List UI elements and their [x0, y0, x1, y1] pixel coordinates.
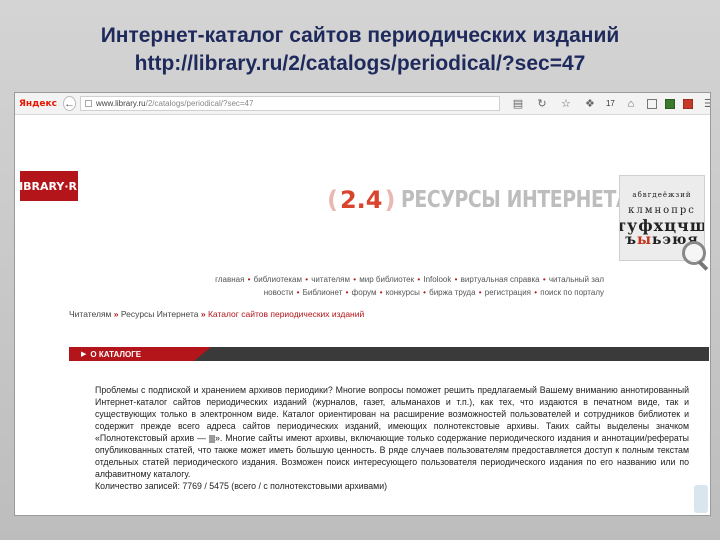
nav-row-1: главная • библиотекам • читателям • мир … — [215, 275, 604, 284]
section-number: 2.4 — [339, 186, 383, 214]
breadcrumb-internet-resources[interactable]: Ресурсы Интернета — [121, 309, 199, 319]
banner-paren-open: ( — [327, 186, 338, 214]
scroll-handle[interactable] — [694, 485, 708, 513]
nav-row-2: новости • Библионет • форум • конкурсы •… — [263, 288, 604, 297]
back-arrow-icon[interactable]: ← — [62, 96, 76, 111]
catalog-description: Проблемы с подпиской и хранением архивов… — [95, 384, 689, 492]
browser-toolbar: Яндекс ← www.library.ru/2/catalogs/perio… — [15, 93, 710, 115]
yandex-logo[interactable]: Яндекс — [19, 99, 57, 109]
library-logo[interactable]: LIBRARY·RU — [15, 171, 86, 201]
banner-paren-close: ) — [384, 186, 396, 214]
breadcrumb: Читателям » Ресурсы Интернета » Каталог … — [69, 309, 364, 319]
star-icon[interactable]: ☆ — [558, 96, 574, 112]
notification-count[interactable]: 17 — [606, 99, 615, 108]
font-box-row4b: ы — [636, 232, 653, 248]
top-navigation: главная • библиотекам • читателям • мир … — [15, 273, 710, 299]
nav-link[interactable]: поиск по порталу — [540, 288, 604, 297]
about-catalog-tab[interactable]: ▶ О КАТАЛОГЕ — [69, 347, 211, 361]
site-info-icon[interactable] — [84, 100, 92, 107]
addon-green-icon[interactable] — [664, 98, 675, 109]
menu-icon[interactable]: ☰ — [701, 96, 710, 112]
extension-icon[interactable]: ❖ — [582, 96, 598, 112]
reload-icon[interactable]: ↻ — [534, 96, 550, 112]
slide-title-line1: Интернет-каталог сайтов периодических из… — [100, 24, 620, 47]
nav-link[interactable]: мир библиотек — [359, 275, 414, 284]
breadcrumb-separator: » — [113, 309, 119, 319]
home-icon[interactable]: ⌂ — [623, 96, 639, 112]
description-paragraph: Проблемы с подпиской и хранением архивов… — [95, 384, 689, 480]
font-box-row3: туфхцчш — [619, 216, 705, 235]
about-catalog-label: О КАТАЛОГЕ — [90, 349, 142, 359]
breadcrumb-readers[interactable]: Читателям — [69, 309, 111, 319]
nav-link[interactable]: читальный зал — [549, 275, 604, 284]
url-path: /2/catalogs/periodical/?sec=47 — [145, 99, 254, 108]
nav-link[interactable]: новости — [264, 288, 294, 297]
bookmarks-icon[interactable] — [646, 98, 657, 109]
addon-red-icon[interactable] — [682, 98, 693, 109]
nav-link[interactable]: биржа труда — [429, 288, 475, 297]
section-title: РЕСУРСЫ ИНТЕРНЕТА — [401, 187, 631, 213]
browser-screenshot: Яндекс ← www.library.ru/2/catalogs/perio… — [14, 92, 711, 516]
nav-link[interactable]: конкурсы — [386, 288, 420, 297]
address-bar[interactable]: www.library.ru/2/catalogs/periodical/?se… — [79, 96, 500, 111]
breadcrumb-current: Каталог сайтов периодических изданий — [207, 309, 365, 319]
nav-link[interactable]: Библионет — [303, 288, 343, 297]
nav-link[interactable]: Infolook — [423, 275, 451, 284]
records-count: Количество записей: 7769 / 5475 (всего /… — [95, 481, 388, 491]
slide-title: Интернет-каталог сайтов периодических из… — [0, 22, 720, 78]
url-domain: www.library.ru — [95, 99, 146, 108]
reader-mode-icon[interactable]: ▤ — [510, 96, 526, 112]
font-box-row1: абвгдеёжзий — [632, 191, 692, 199]
nav-link[interactable]: читателям — [311, 275, 350, 284]
magnifier-icon[interactable] — [682, 241, 706, 265]
breadcrumb-separator: » — [200, 309, 206, 319]
nav-link[interactable]: форум — [352, 288, 377, 297]
slide-title-url: http://library.ru/2/catalogs/periodical/… — [134, 52, 586, 75]
site-header: LIBRARY·RU (2.4) РЕСУРСЫ ИНТЕРНЕТА абвгд… — [15, 115, 710, 265]
nav-link[interactable]: виртуальная справка — [461, 275, 540, 284]
font-box-row4a: ъ — [625, 232, 637, 248]
nav-link[interactable]: библиотекам — [254, 275, 302, 284]
nav-link[interactable]: главная — [215, 275, 244, 284]
nav-link[interactable]: регистрация — [485, 288, 531, 297]
toolbar-right: ▤ ↻ ☆ ❖ 17 ⌂ ☰ — [510, 96, 710, 112]
triangle-icon: ▶ — [81, 351, 87, 358]
